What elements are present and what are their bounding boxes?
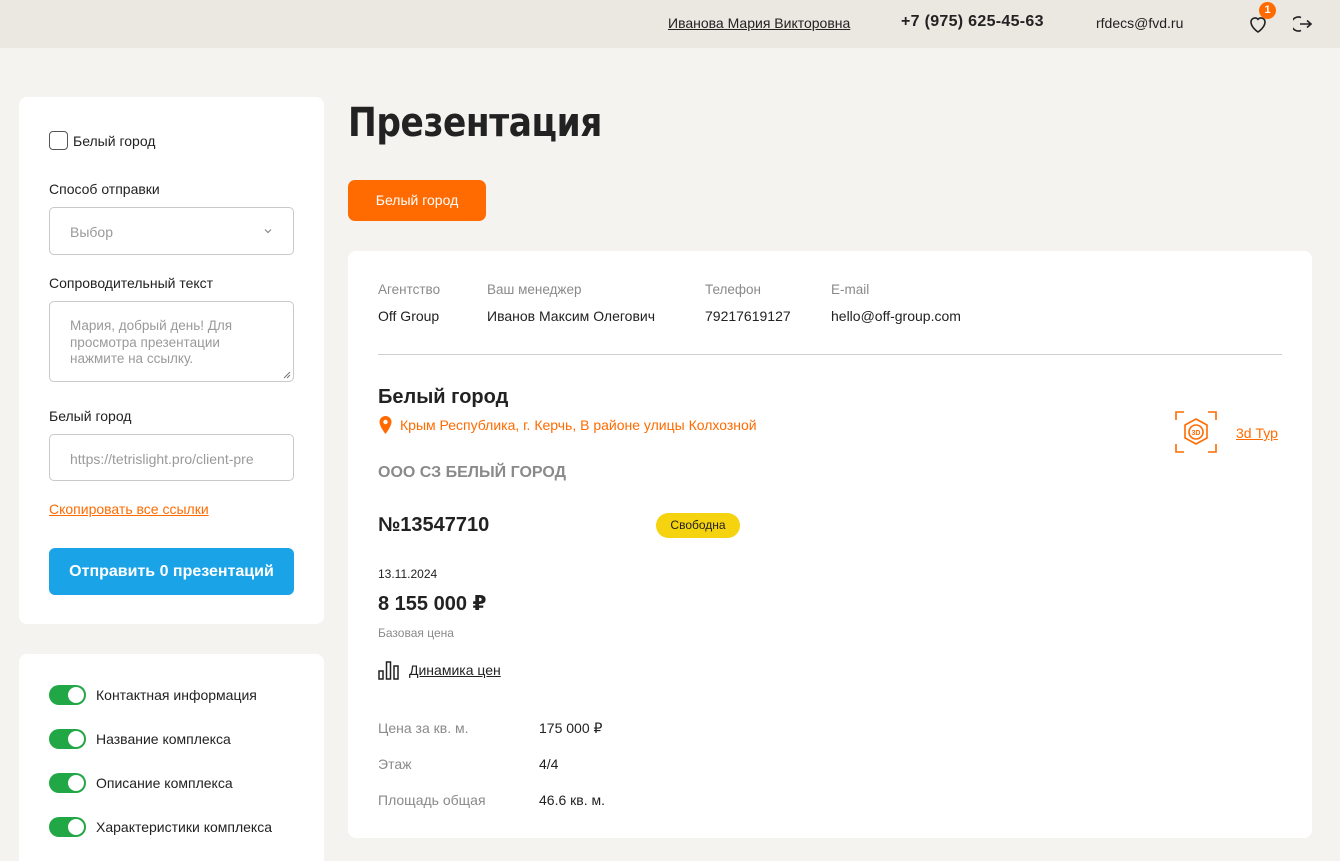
link-label: Белый город bbox=[49, 408, 132, 424]
toggle-row[interactable]: Характеристики комплекса bbox=[49, 817, 272, 837]
top-bar: Иванова Мария Викторовна +7 (975) 625-45… bbox=[0, 0, 1340, 48]
toggle-row[interactable]: Описание комплекса bbox=[49, 773, 233, 793]
spec-value: 46.6 кв. м. bbox=[539, 792, 605, 808]
agency-label: Агентство bbox=[378, 282, 441, 297]
3d-tour-icon-text: 3D bbox=[1192, 430, 1201, 437]
send-method-label: Способ отправки bbox=[49, 181, 160, 197]
agency-value: Off Group bbox=[378, 308, 440, 324]
toggle-label: Контактная информация bbox=[96, 687, 257, 703]
address-row: Крым Республика, г. Керчь, В районе улиц… bbox=[378, 416, 757, 434]
send-method-value: Выбор bbox=[70, 224, 113, 240]
complex-checkbox[interactable] bbox=[49, 131, 68, 150]
cover-text-field[interactable]: Мария, добрый день! Для просмотра презен… bbox=[49, 301, 294, 382]
complex-checkbox-row[interactable]: Белый город bbox=[49, 131, 155, 150]
agency-info: Агентство Off Group bbox=[378, 282, 440, 324]
spec-label: Площадь общая bbox=[378, 792, 486, 808]
divider bbox=[378, 354, 1282, 355]
price-dynamics-row[interactable]: Динамика цен bbox=[378, 660, 501, 680]
lot-number: №13547710 bbox=[378, 514, 490, 536]
bar-chart-icon bbox=[378, 661, 399, 680]
spec-value: 4/4 bbox=[539, 756, 559, 772]
3d-tour-icon[interactable]: 3D bbox=[1174, 410, 1218, 454]
spec-label: Цена за кв. м. bbox=[378, 720, 469, 736]
status-badge: Свободна bbox=[656, 513, 740, 538]
copy-links-link[interactable]: Скопировать все ссылки bbox=[49, 501, 209, 517]
phone-value: 79217619127 bbox=[705, 308, 791, 324]
toggle-switch[interactable] bbox=[49, 685, 86, 705]
3d-tour-link[interactable]: 3d Тур bbox=[1236, 425, 1278, 441]
complex-title: Белый город bbox=[378, 386, 509, 408]
page-title: Презентация bbox=[348, 100, 602, 146]
price-dynamics-link[interactable]: Динамика цен bbox=[409, 662, 501, 678]
header-email: rfdecs@fvd.ru bbox=[1096, 15, 1184, 31]
toggle-label: Характеристики комплекса bbox=[96, 819, 272, 835]
presentation-card: Агентство Off Group Ваш менеджер Иванов … bbox=[348, 251, 1312, 838]
base-price: 8 155 000 ₽ bbox=[378, 593, 487, 615]
phone-label: Телефон bbox=[705, 282, 762, 297]
presentation-link-field[interactable]: https://tetrislight.pro/client-pre bbox=[49, 434, 294, 481]
sections-toggle-panel: Контактная информация Название комплекса… bbox=[19, 654, 324, 861]
manager-value: Иванов Максим Олегович bbox=[487, 308, 656, 324]
toggle-row[interactable]: Контактная информация bbox=[49, 685, 257, 705]
email-value: hello@off-group.com bbox=[831, 308, 961, 324]
complex-address: Крым Республика, г. Керчь, В районе улиц… bbox=[400, 417, 757, 433]
cover-text-placeholder: Мария, добрый день! Для просмотра презен… bbox=[70, 318, 233, 366]
spec-value: 175 000 ₽ bbox=[539, 720, 603, 736]
toggle-switch[interactable] bbox=[49, 729, 86, 749]
base-price-label: Базовая цена bbox=[378, 626, 454, 640]
price-date: 13.11.2024 bbox=[378, 567, 438, 581]
toggle-label: Название комплекса bbox=[96, 731, 231, 747]
email-info: E-mail hello@off-group.com bbox=[831, 282, 961, 324]
resize-grip-icon[interactable] bbox=[283, 371, 291, 379]
complex-tab-button[interactable]: Белый город bbox=[348, 180, 486, 221]
presentation-settings-panel: Белый город Способ отправки Выбор Сопров… bbox=[19, 97, 324, 624]
spec-label: Этаж bbox=[378, 756, 412, 772]
favorites-count-badge: 1 bbox=[1259, 2, 1276, 19]
toggle-row[interactable]: Название комплекса bbox=[49, 729, 231, 749]
manager-info: Ваш менеджер Иванов Максим Олегович bbox=[487, 282, 655, 324]
toggle-label: Описание комплекса bbox=[96, 775, 233, 791]
toggle-switch[interactable] bbox=[49, 773, 86, 793]
manager-label: Ваш менеджер bbox=[487, 282, 582, 297]
toggle-switch[interactable] bbox=[49, 817, 86, 837]
location-pin-icon bbox=[379, 416, 392, 434]
developer-name: ООО СЗ БЕЛЫЙ ГОРОД bbox=[378, 464, 566, 481]
logout-icon[interactable] bbox=[1293, 14, 1313, 34]
header-phone: +7 (975) 625-45-63 bbox=[901, 13, 1044, 30]
email-label: E-mail bbox=[831, 282, 870, 297]
send-method-select[interactable]: Выбор bbox=[49, 207, 294, 255]
user-name-link[interactable]: Иванова Мария Викторовна bbox=[668, 15, 850, 31]
cover-text-label: Сопроводительный текст bbox=[49, 275, 214, 291]
complex-checkbox-label: Белый город bbox=[73, 132, 156, 149]
chevron-down-icon bbox=[264, 229, 272, 234]
phone-info: Телефон 79217619127 bbox=[705, 282, 791, 324]
send-presentations-button[interactable]: Отправить 0 презентаций bbox=[49, 548, 294, 595]
